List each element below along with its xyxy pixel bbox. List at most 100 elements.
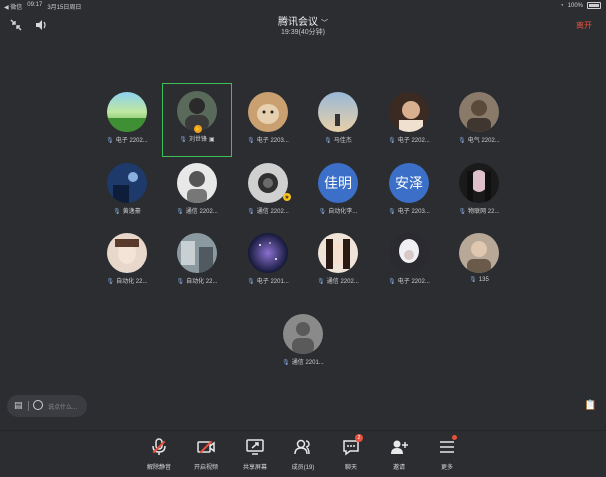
mic-icon: 🎙: [179, 137, 187, 143]
participant-name: 通信 2202...: [256, 209, 289, 215]
participant-name: 物联网 22...: [468, 209, 500, 215]
notes-icon[interactable]: 📋: [584, 400, 596, 412]
emoji-icon[interactable]: [33, 400, 43, 410]
avatar: [107, 233, 147, 273]
participant-name: 通信 2201...: [291, 360, 324, 366]
participant-tile[interactable]: ★ 🎙 通信 2202...: [233, 155, 303, 229]
chat-bubble-icon[interactable]: ▤: [14, 400, 25, 410]
screen-share-icon: ▣: [208, 137, 215, 143]
status-date: 3月15日周日: [47, 5, 82, 11]
mic-icon: 🎙: [106, 138, 114, 144]
avatar: [318, 233, 358, 273]
invite-icon: [389, 437, 409, 457]
participant-name: 通信 2202...: [326, 279, 359, 285]
participant-tile[interactable]: 🎙 电子 2201...: [233, 225, 303, 299]
avatar-initials: 佳明: [318, 163, 358, 203]
mic-icon: 🎙: [469, 277, 477, 283]
participant-tile-active-speaker[interactable]: ✋ 🎙 刘世锋 ▣: [162, 83, 232, 157]
participant-tile[interactable]: 🎙 自动化 22...: [162, 225, 232, 299]
participant-tile[interactable]: 🎙 电气 2202...: [444, 84, 514, 158]
participant-tile[interactable]: 🎙 电子 2202...: [92, 84, 162, 158]
avatar: [177, 233, 217, 273]
wifi-icon: ◔: [560, 2, 564, 9]
participant-name: 电子 2203...: [397, 209, 430, 215]
mic-icon: 🎙: [388, 138, 396, 144]
toolbar-label: 开启视频: [193, 465, 218, 471]
mic-icon: 🎙: [247, 209, 255, 215]
participant-name: 电子 2202...: [397, 138, 430, 144]
participant-name: 刘世锋: [188, 137, 207, 143]
raise-hand-icon: ✋: [194, 125, 202, 133]
chat-input-bar[interactable]: ▤ 说点什么...: [7, 395, 87, 417]
meeting-title[interactable]: 腾讯会议 ﹀: [0, 13, 606, 28]
chat-placeholder: 说点什么...: [48, 405, 78, 411]
status-time: 09:17: [27, 2, 43, 8]
share-screen-icon: [245, 437, 265, 457]
participant-name: 电气 2202...: [467, 138, 500, 144]
host-star-icon: ★: [283, 193, 291, 201]
mic-icon: 🎙: [317, 279, 325, 285]
mic-icon: 🎙: [388, 279, 396, 285]
participant-tile[interactable]: 🎙 物联网 22...: [444, 155, 514, 229]
toolbar-label: 成员(19): [291, 465, 315, 471]
video-off-icon: [196, 437, 216, 457]
mic-icon: 🎙: [282, 360, 290, 366]
share-screen-button[interactable]: 共享屏幕: [230, 437, 280, 475]
members-button[interactable]: 成员(19): [278, 437, 328, 475]
leave-button[interactable]: 离开: [576, 20, 592, 31]
invite-button[interactable]: 邀请: [374, 437, 424, 475]
participant-tile[interactable]: 🎙 自动化 22...: [92, 225, 162, 299]
participant-tile[interactable]: 🎙 通信 2202...: [303, 225, 373, 299]
mic-icon: 🎙: [458, 138, 466, 144]
avatar: [107, 163, 147, 203]
toolbar-label: 聊天: [344, 465, 357, 471]
mic-icon: 🎙: [176, 279, 185, 285]
participant-tile[interactable]: 🎙 电子 2202...: [374, 84, 444, 158]
battery-percent: 100%: [567, 2, 583, 9]
participant-name: 电子 2201...: [256, 279, 289, 285]
participant-name: 马佳杰: [333, 138, 352, 144]
more-button[interactable]: 更多: [422, 435, 472, 475]
members-icon: [293, 437, 313, 457]
unmute-button[interactable]: 解除静音: [134, 437, 184, 475]
participant-name: 黄逸豪: [122, 209, 141, 215]
participant-tile[interactable]: 🎙 电子 2202...: [374, 225, 444, 299]
participant-name: 电子 2203...: [256, 138, 289, 144]
mic-icon: 🎙: [318, 209, 327, 215]
avatar: [389, 92, 429, 132]
avatar: [107, 92, 147, 132]
mic-icon: 🎙: [247, 138, 255, 144]
avatar: [283, 314, 323, 354]
start-video-button[interactable]: 开启视频: [181, 437, 231, 475]
participant-tile[interactable]: 🎙 通信 2201...: [268, 306, 338, 380]
avatar: [177, 163, 217, 203]
participant-tile[interactable]: 🎙 通信 2202...: [162, 155, 232, 229]
mic-icon: 🎙: [247, 279, 255, 285]
meeting-duration: 19:39(40分钟): [281, 29, 325, 36]
participant-tile[interactable]: 🎙 黄逸豪: [92, 155, 162, 229]
chat-button[interactable]: 2 聊天: [326, 434, 376, 475]
notification-dot: [452, 435, 457, 440]
participant-tile[interactable]: 佳明 🎙 自动化李...: [303, 155, 373, 229]
meeting-header: 腾讯会议 ﹀ 19:39(40分钟) 离开: [0, 11, 606, 39]
participant-tile[interactable]: 🎙 马佳杰: [303, 84, 373, 158]
more-icon: [437, 435, 457, 457]
avatar: [459, 163, 499, 203]
avatar: [248, 92, 288, 132]
avatar: [248, 163, 288, 203]
mic-icon: 🎙: [388, 209, 396, 215]
battery-icon: [587, 2, 601, 9]
avatar: [318, 92, 358, 132]
status-bar: ◀ 微信 09:17 3月15日周日 ◔ 100%: [0, 0, 606, 11]
participant-tile[interactable]: 🎙 135: [444, 225, 514, 299]
back-to-app[interactable]: ◀ 微信: [4, 2, 22, 11]
avatar: [389, 233, 429, 273]
mic-icon: 🎙: [458, 209, 467, 215]
toolbar-label: 更多: [440, 465, 453, 471]
chat-icon: 2: [341, 434, 363, 457]
participant-tile[interactable]: 安泽 🎙 电子 2203...: [374, 155, 444, 229]
participant-name: 通信 2202...: [185, 209, 218, 215]
participant-tile[interactable]: 🎙 电子 2203...: [233, 84, 303, 158]
participant-name: 自动化 22...: [186, 279, 218, 285]
avatar: [248, 233, 288, 273]
